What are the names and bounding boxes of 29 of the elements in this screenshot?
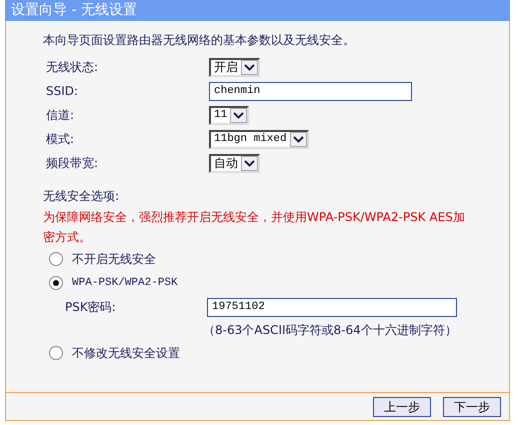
section-heading: 无线安全选项: (43, 188, 120, 205)
radio-button[interactable] (49, 346, 63, 360)
dropdown-field[interactable]: 自动 (209, 154, 260, 172)
caret-icon (244, 64, 255, 70)
field-label: 无线状态: (45, 59, 100, 76)
back-button[interactable]: 上一步 (373, 396, 431, 416)
field-label: SSID: (45, 83, 80, 100)
field-label: PSK密码: (65, 299, 117, 316)
radio-button[interactable] (49, 252, 63, 266)
next-button[interactable]: 下一步 (443, 396, 501, 416)
radio-label: WPA-PSK/WPA2-PSK (72, 276, 178, 291)
radio-label: 不开启无线安全 (72, 251, 156, 268)
window-title: 设置向导 - 无线设置 (5, 0, 510, 21)
field-label: 模式: (45, 131, 76, 148)
radio-button[interactable] (49, 276, 63, 290)
field-label: 信道: (45, 107, 76, 124)
hint-text: （8-63个ASCII码字符或8-64个十六进制字符） (202, 322, 458, 339)
field-label: 频段带宽: (45, 155, 100, 172)
warning-text: 为保障网络安全，强烈推荐开启无线安全，并使用WPA-PSK/WPA2-PSK AES加密方式。 (43, 209, 466, 246)
caret-icon (233, 112, 244, 118)
caret-icon (244, 160, 255, 166)
intro-text: 本向导页面设置路由器无线网络的基本参数以及无线安全。 (43, 32, 356, 49)
dropdown-field[interactable]: 11 (209, 106, 250, 124)
radio-label: 不修改无线安全设置 (72, 345, 180, 362)
password-field[interactable]: 19751102 (207, 298, 457, 316)
caret-icon (292, 136, 304, 142)
dropdown-field[interactable]: 11bgn mixed (209, 130, 309, 148)
text-field[interactable]: chenmin (209, 82, 412, 100)
dropdown-field[interactable]: 开启 (209, 58, 260, 76)
